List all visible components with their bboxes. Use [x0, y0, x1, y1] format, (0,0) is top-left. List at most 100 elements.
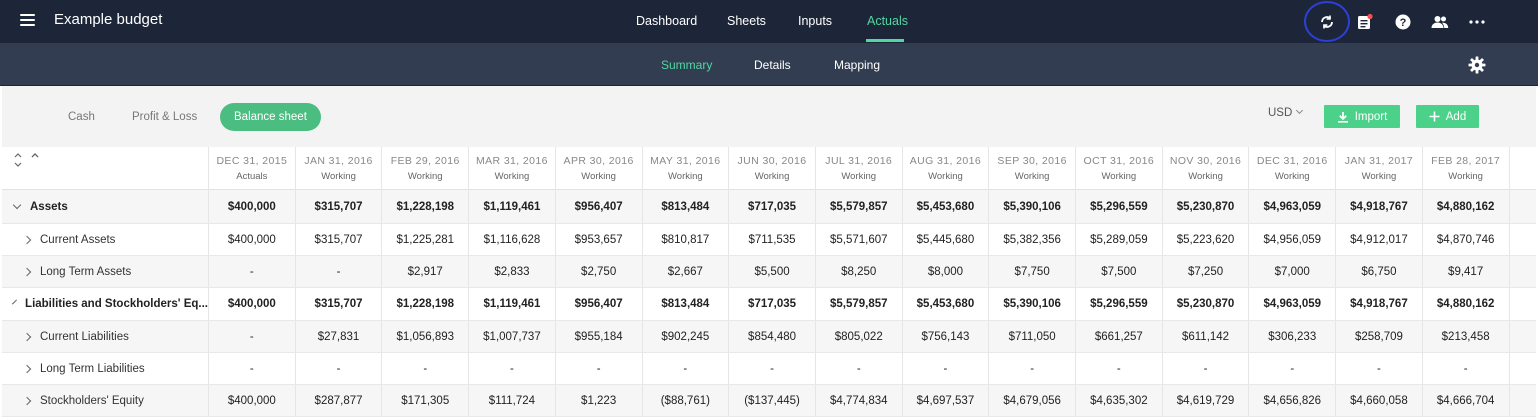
table-cell[interactable]: $5,	[1508, 288, 1537, 320]
table-cell[interactable]: $4,956,059	[1248, 224, 1335, 255]
table-cell[interactable]: $4,697,537	[901, 385, 989, 416]
table-cell[interactable]: $5,223,620	[1161, 224, 1249, 255]
subnav-details[interactable]: Details	[754, 58, 791, 72]
table-cell[interactable]: $611,142	[1161, 321, 1249, 352]
table-cell[interactable]: $111,724	[468, 385, 555, 416]
table-cell[interactable]: $5,	[1508, 190, 1537, 223]
table-cell[interactable]: $171,305	[381, 385, 468, 416]
row-label[interactable]: Current Liabilities	[2, 321, 208, 352]
row-label[interactable]: Long Term Liabilities	[2, 353, 208, 384]
table-cell[interactable]: $4,619,729	[1161, 385, 1249, 416]
row-label[interactable]: Assets	[2, 190, 208, 223]
table-cell[interactable]: $400,000	[208, 385, 295, 416]
table-cell[interactable]: $8,000	[901, 256, 989, 287]
expand-collapse-all-icon[interactable]	[12, 151, 42, 171]
table-cell[interactable]: $1,119,461	[468, 190, 555, 223]
table-cell[interactable]: $5,230,870	[1161, 288, 1249, 320]
subnav-summary[interactable]: Summary	[661, 58, 712, 72]
table-cell[interactable]: $5,	[1508, 224, 1537, 255]
hamburger-menu-icon[interactable]	[20, 14, 36, 27]
table-cell[interactable]: $5,296,559	[1075, 190, 1162, 223]
tab-profit-loss[interactable]: Profit & Loss	[132, 103, 197, 131]
table-cell[interactable]: $315,707	[294, 190, 382, 223]
row-label[interactable]: Long Term Assets	[2, 256, 208, 287]
table-cell[interactable]: -	[814, 353, 902, 384]
table-cell[interactable]: -	[1335, 353, 1422, 384]
table-cell[interactable]: $956,407	[554, 190, 642, 223]
table-cell[interactable]: $5,390,106	[988, 190, 1075, 223]
table-cell[interactable]: $5,500	[728, 256, 815, 287]
table-cell[interactable]: $5,296,559	[1075, 288, 1162, 320]
table-cell[interactable]: $7,000	[1248, 256, 1335, 287]
table-cell[interactable]: $1,056,893	[381, 321, 468, 352]
table-cell[interactable]: $5,390,106	[988, 288, 1075, 320]
table-cell[interactable]: $1,228,198	[381, 288, 468, 320]
chevron-down-icon[interactable]	[12, 200, 22, 209]
table-cell[interactable]: $813,484	[641, 288, 729, 320]
table-cell[interactable]: -	[1421, 353, 1509, 384]
table-cell[interactable]: -	[294, 256, 382, 287]
table-cell[interactable]: -	[901, 353, 989, 384]
chevron-right-icon[interactable]	[22, 235, 32, 244]
team-icon[interactable]	[1429, 11, 1451, 33]
table-cell[interactable]: $400,000	[208, 288, 295, 320]
table-cell[interactable]: $2,750	[554, 256, 642, 287]
table-cell[interactable]: $4,963,059	[1248, 288, 1335, 320]
help-icon[interactable]: ?	[1392, 11, 1414, 33]
table-cell[interactable]: $2,667	[641, 256, 729, 287]
table-cell[interactable]: $4,	[1508, 385, 1537, 416]
table-cell[interactable]: $1,228,198	[381, 190, 468, 223]
table-cell[interactable]: $711,050	[988, 321, 1075, 352]
table-cell[interactable]: $5,579,857	[814, 190, 902, 223]
table-cell[interactable]: $4,870,746	[1421, 224, 1509, 255]
sync-icon[interactable]	[1316, 11, 1338, 33]
table-cell[interactable]: $4,679,056	[988, 385, 1075, 416]
table-cell[interactable]: $6,750	[1335, 256, 1422, 287]
table-cell[interactable]: $213,458	[1421, 321, 1509, 352]
row-label[interactable]: Stockholders' Equity	[2, 385, 208, 416]
table-cell[interactable]: $4,660,058	[1335, 385, 1422, 416]
table-cell[interactable]: $4,963,059	[1248, 190, 1335, 223]
table-cell[interactable]: $7,750	[988, 256, 1075, 287]
chevron-right-icon[interactable]	[22, 267, 32, 276]
table-cell[interactable]: $5,445,680	[901, 224, 989, 255]
table-cell[interactable]: -	[1248, 353, 1335, 384]
table-cell[interactable]: -	[728, 353, 815, 384]
table-cell[interactable]: $854,480	[728, 321, 815, 352]
table-cell[interactable]: $813,484	[641, 190, 729, 223]
table-cell[interactable]: $4,918,767	[1335, 190, 1422, 223]
table-cell[interactable]: $810,817	[641, 224, 729, 255]
table-cell[interactable]: $1,007,737	[468, 321, 555, 352]
table-cell[interactable]: $5,453,680	[901, 288, 989, 320]
table-cell[interactable]: $5,579,857	[814, 288, 902, 320]
import-button[interactable]: Import	[1324, 105, 1400, 128]
table-cell[interactable]: $4,880,162	[1421, 288, 1509, 320]
chevron-right-icon[interactable]	[22, 396, 32, 405]
table-cell[interactable]: $1,223	[554, 385, 642, 416]
table-cell[interactable]: $4,880,162	[1421, 190, 1509, 223]
table-cell[interactable]: $400,000	[208, 190, 295, 223]
table-cell[interactable]: $	[1508, 321, 1537, 352]
table-cell[interactable]: $2,917	[381, 256, 468, 287]
table-cell[interactable]: $953,657	[554, 224, 642, 255]
table-cell[interactable]: $717,035	[728, 190, 815, 223]
table-cell[interactable]: $9,417	[1421, 256, 1509, 287]
table-cell[interactable]: $661,257	[1075, 321, 1162, 352]
table-cell[interactable]: -	[988, 353, 1075, 384]
table-cell[interactable]: $7,250	[1161, 256, 1249, 287]
nav-sheets[interactable]: Sheets	[727, 14, 766, 28]
table-cell[interactable]: $5,230,870	[1161, 190, 1249, 223]
chevron-right-icon[interactable]	[22, 364, 32, 373]
table-cell[interactable]: $306,233	[1248, 321, 1335, 352]
table-cell[interactable]: -	[1075, 353, 1162, 384]
table-cell[interactable]: $315,707	[294, 224, 382, 255]
table-cell[interactable]: -	[641, 353, 729, 384]
table-cell[interactable]: $756,143	[901, 321, 989, 352]
table-cell[interactable]: $902,245	[641, 321, 729, 352]
table-cell[interactable]: $4,918,767	[1335, 288, 1422, 320]
chevron-right-icon[interactable]	[22, 332, 32, 341]
table-cell[interactable]: $400,000	[208, 224, 295, 255]
table-cell[interactable]: $955,184	[554, 321, 642, 352]
table-cell[interactable]: $4,666,704	[1421, 385, 1509, 416]
table-cell[interactable]: $8,250	[814, 256, 902, 287]
